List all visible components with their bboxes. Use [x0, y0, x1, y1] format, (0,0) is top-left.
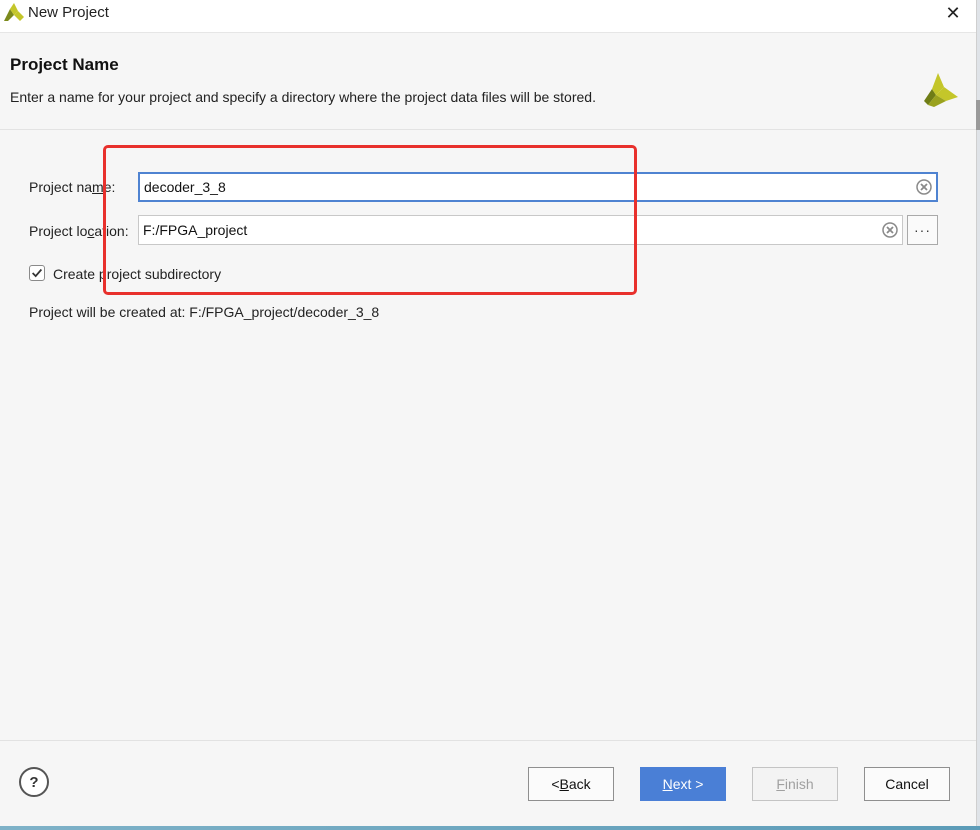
vivado-logo-icon [924, 73, 958, 107]
clear-icon[interactable] [882, 222, 898, 238]
background-scrollbar [976, 100, 980, 130]
vivado-logo-icon [4, 3, 24, 21]
checkmark-icon [32, 268, 43, 278]
next-button[interactable]: Next > [640, 767, 726, 801]
page-description: Enter a name for your project and specif… [10, 89, 596, 105]
project-location-field[interactable] [138, 215, 903, 245]
project-location-label: Project location: [29, 223, 129, 239]
back-button[interactable]: < Back [528, 767, 614, 801]
project-name-input[interactable] [144, 174, 861, 200]
finish-button: Finish [752, 767, 838, 801]
project-name-label: Project name: [29, 179, 116, 195]
browse-location-button[interactable]: ··· [907, 215, 938, 245]
clear-icon[interactable] [916, 179, 932, 195]
taskbar-edge [0, 826, 980, 830]
close-icon: ✕ [945, 2, 961, 23]
help-button[interactable]: ? [19, 767, 49, 797]
project-location-input[interactable] [143, 216, 830, 244]
close-button[interactable]: ✕ [930, 0, 976, 26]
title-bar: New Project ✕ [0, 0, 976, 33]
page-header: Project Name Enter a name for your proje… [0, 33, 976, 130]
footer-divider [0, 740, 976, 741]
page-title: Project Name [10, 55, 119, 74]
project-name-field[interactable] [138, 172, 938, 202]
window-title: New Project [28, 4, 109, 21]
cancel-button[interactable]: Cancel [864, 767, 950, 801]
new-project-dialog: New Project ✕ Project Name Enter a name … [0, 0, 977, 827]
create-subdirectory-label[interactable]: Create project subdirectory [53, 266, 221, 282]
project-created-at-text: Project will be created at: F:/FPGA_proj… [29, 304, 380, 320]
create-subdirectory-checkbox[interactable] [29, 265, 45, 281]
